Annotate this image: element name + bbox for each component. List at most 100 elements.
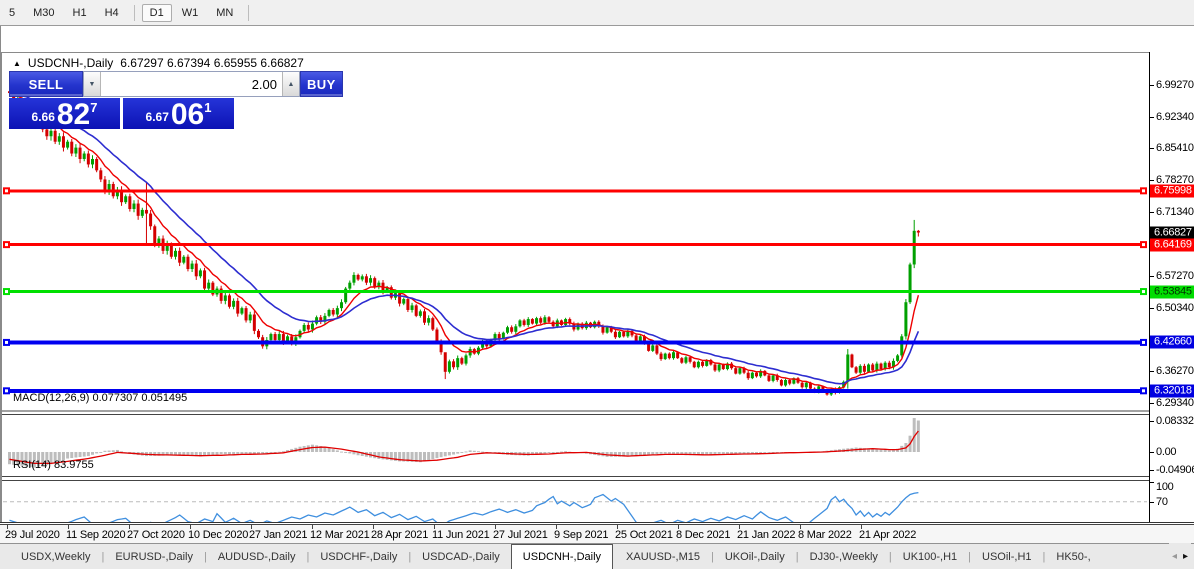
date-label: 9 Sep 2021 xyxy=(554,529,609,541)
volume-decrease-button[interactable]: ▼ xyxy=(84,72,101,96)
price-badge: 6.64169 xyxy=(1150,238,1194,252)
chart-window: ▲ USDCNH-,Daily 6.67297 6.67394 6.65955 … xyxy=(0,26,1194,549)
trade-panel: SELL ▼ ▲ BUY 6.66827 6.67061 xyxy=(9,71,343,131)
tab-usdchf-daily[interactable]: USDCHF-,Daily xyxy=(309,544,408,569)
date-axis[interactable]: 29 Jul 2020 11 Sep 2020 27 Oct 2020 10 Dec … xyxy=(0,522,1194,544)
timeframe-button-5[interactable]: 5 xyxy=(1,4,23,22)
sell-price-big: 82 xyxy=(56,98,91,131)
timeframe-button-m30[interactable]: M30 xyxy=(25,4,62,22)
axis-tick xyxy=(1150,482,1154,483)
toolbar-separator xyxy=(248,4,250,21)
ma-slow-line xyxy=(9,92,920,385)
axis-tick xyxy=(1150,470,1154,471)
buy-price-big: 06 xyxy=(170,98,205,131)
axis-tick xyxy=(1150,307,1154,309)
tab-audusd-daily[interactable]: AUDUSD-,Daily xyxy=(207,544,307,569)
buy-button[interactable]: BUY xyxy=(300,71,343,97)
axis-label: 6.92340 xyxy=(1156,110,1194,123)
tab-scroll-left-icon[interactable]: ◂ xyxy=(1172,551,1177,562)
axis-label: 100 xyxy=(1156,481,1174,493)
tab-uk100-h1[interactable]: UK100-,H1 xyxy=(892,544,968,569)
chart-tab-bar: USDX,Weekly | EURUSD-,Daily | AUDUSD-,Daily |… xyxy=(0,543,1194,569)
axis-tick xyxy=(1150,501,1154,503)
collapse-arrow-icon[interactable]: ▲ xyxy=(13,59,21,68)
date-label: 10 Dec 2020 xyxy=(188,529,249,541)
buy-price-prefix: 6.67 xyxy=(145,110,169,124)
axis-label: 6.29340 xyxy=(1156,396,1194,409)
date-label: 11 Jun 2021 xyxy=(432,529,490,541)
date-label: 21 Jan 2022 xyxy=(737,529,796,541)
tab-usdx-weekly[interactable]: USDX,Weekly xyxy=(10,544,101,569)
sell-button[interactable]: SELL xyxy=(9,71,83,97)
axis-label: 6.85410 xyxy=(1156,142,1194,155)
axis-tick xyxy=(1150,116,1154,118)
axis-tick xyxy=(1150,371,1154,373)
axis-label: 0.083325 xyxy=(1156,415,1194,427)
axis-tick xyxy=(1150,180,1154,182)
axis-label: 6.57270 xyxy=(1156,269,1194,282)
date-label: 29 Jul 2020 xyxy=(5,529,60,541)
date-label: 21 Apr 2022 xyxy=(859,529,917,541)
timeframe-button-w1[interactable]: W1 xyxy=(174,4,207,22)
macd-signal-line xyxy=(9,430,919,465)
sell-price-sup: 7 xyxy=(90,100,98,115)
price-axis[interactable]: 6.99270 6.92340 6.85410 6.78270 6.71340 6.572… xyxy=(1149,52,1194,549)
price-badge: 6.75998 xyxy=(1150,184,1194,198)
tab-usdcnh-daily[interactable]: USDCNH-,Daily xyxy=(510,544,614,569)
macd-histogram xyxy=(8,418,920,468)
tab-ukoil-daily[interactable]: UKOil-,Daily xyxy=(714,544,796,569)
date-label: 11 Sep 2020 xyxy=(66,529,126,541)
date-label: 8 Mar 2022 xyxy=(798,529,852,541)
tab-usdcad-daily[interactable]: USDCAD-,Daily xyxy=(411,544,511,569)
tab-scroll-right-icon[interactable]: ▸ xyxy=(1183,551,1188,562)
tab-usoil-h1[interactable]: USOil-,H1 xyxy=(971,544,1043,569)
timeframe-button-h1[interactable]: H1 xyxy=(65,4,95,22)
volume-increase-button[interactable]: ▲ xyxy=(282,72,299,96)
ma-fast-line xyxy=(9,92,920,390)
timeframe-button-mn[interactable]: MN xyxy=(208,4,241,22)
date-label: 25 Oct 2021 xyxy=(615,529,673,541)
timeframe-button-d1[interactable]: D1 xyxy=(141,3,172,22)
axis-label: -0.049068 xyxy=(1156,464,1194,476)
axis-label: 0.00 xyxy=(1156,446,1177,458)
axis-tick xyxy=(1150,421,1154,422)
price-badge: 6.42660 xyxy=(1150,335,1194,349)
buy-price-sup: 1 xyxy=(204,100,212,115)
price-badge: 6.53845 xyxy=(1150,285,1194,299)
tab-eurusd-daily[interactable]: EURUSD-,Daily xyxy=(104,544,204,569)
volume-spinner: ▼ ▲ xyxy=(83,71,300,97)
toolbar-separator xyxy=(133,4,135,21)
buy-price-display[interactable]: 6.67 06 1 xyxy=(123,98,234,131)
price-badge: 6.66827 xyxy=(1150,226,1194,240)
chart-ohlc-values: 6.67297 6.67394 6.65955 6.66827 xyxy=(120,56,304,70)
timeframe-button-h4[interactable]: H4 xyxy=(97,4,127,22)
date-label: 27 Oct 2020 xyxy=(127,529,185,541)
tab-dj30-weekly[interactable]: DJ30-,Weekly xyxy=(799,544,889,569)
tab-hk50-[interactable]: HK50-, xyxy=(1045,544,1101,569)
axis-tick xyxy=(1150,402,1154,404)
axis-label: 70 xyxy=(1156,495,1168,508)
date-label: 27 Jan 2021 xyxy=(249,529,308,541)
timeframe-toolbar: 5 M30 H1 H4 D1 W1 MN xyxy=(0,0,1194,26)
axis-tick xyxy=(1150,212,1154,213)
rsi-label: RSI(14) 83.9755 xyxy=(13,459,94,471)
volume-input[interactable] xyxy=(101,72,282,96)
date-label: 27 Jul 2021 xyxy=(493,529,548,541)
date-label: 12 Mar 2021 xyxy=(310,529,370,541)
sell-price-prefix: 6.66 xyxy=(31,110,55,124)
axis-tick xyxy=(1150,275,1154,277)
candles-layer xyxy=(8,89,920,396)
axis-tick xyxy=(1150,452,1154,453)
axis-label: 6.50340 xyxy=(1156,301,1194,314)
axis-tick xyxy=(1150,148,1154,150)
chart-symbol-period: USDCNH-,Daily xyxy=(27,56,114,70)
axis-tick xyxy=(1150,85,1154,86)
sell-price-display[interactable]: 6.66 82 7 xyxy=(9,98,120,131)
price-badge: 6.32018 xyxy=(1150,384,1194,398)
chart-title: ▲ USDCNH-,Daily 6.67297 6.67394 6.65955 … xyxy=(13,56,304,70)
axis-label: 6.99270 xyxy=(1156,79,1194,91)
date-label: 28 Apr 2021 xyxy=(371,529,429,541)
tab-xauusd-m15[interactable]: XAUUSD-,M15 xyxy=(615,544,711,569)
tab-scroll-arrows: ◂ ▸ xyxy=(1168,543,1191,569)
axis-label: 6.36270 xyxy=(1156,365,1194,378)
